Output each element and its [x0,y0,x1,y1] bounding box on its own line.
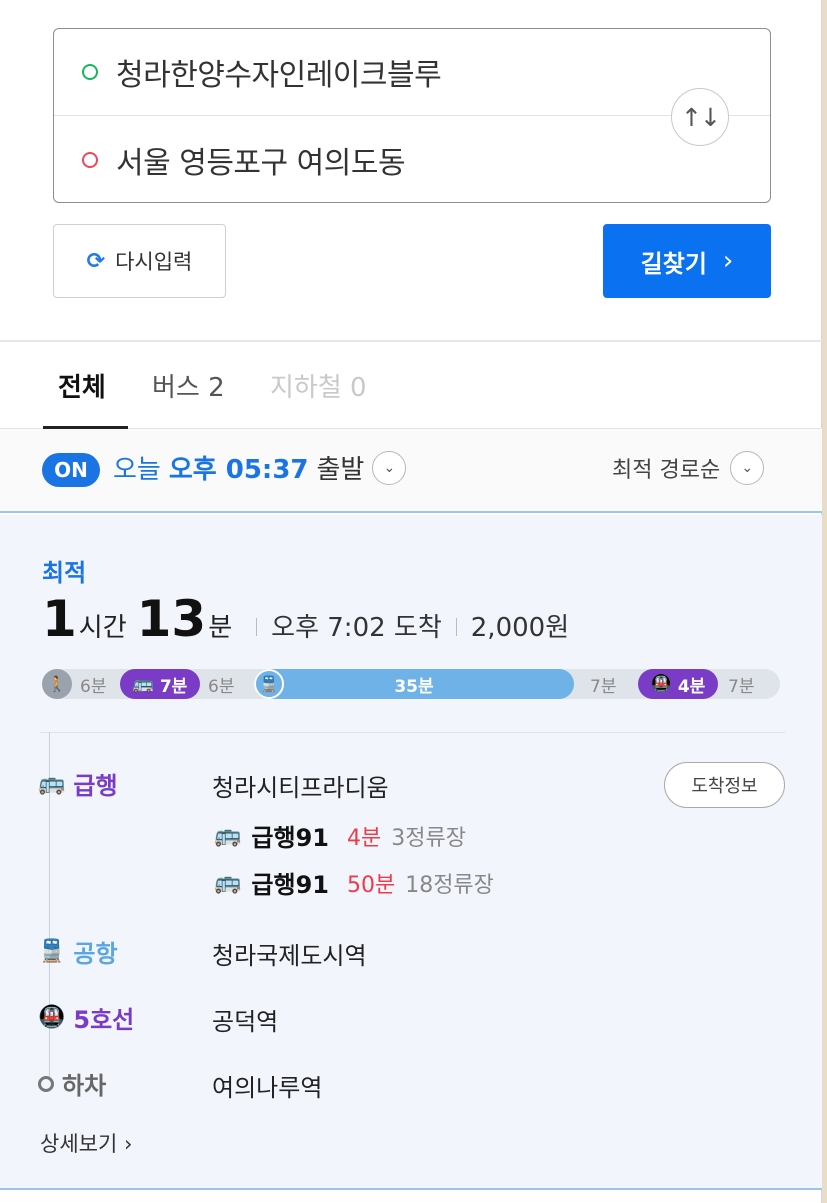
start-text: 청라한양수자인레이크블루 [116,58,442,93]
swap-route-button[interactable]: ↑↓ [671,88,729,146]
step-mode-alight: 하차 [38,1066,106,1101]
hours-unit: 시간 [78,613,127,643]
tab-subway[interactable]: 지하철 0 [270,342,367,429]
minutes-unit: 분 [208,613,233,643]
tab-bus[interactable]: 버스 2 [152,342,225,429]
walk-segment-4: 7분 [728,676,755,697]
step-mode-subway-line5: 🚇 5호선 [38,1000,134,1035]
bus-duration: 7분 [159,676,188,697]
departure-time-selector[interactable]: 오늘 오후 05:37 출발 ⌄ [113,449,407,486]
destination-text: 서울 영등포구 여의도동 [116,145,406,181]
refresh-icon: ⟳ [86,248,106,274]
step-mode-label: 5호선 [73,1006,135,1034]
sort-label: 최적 경로순 [612,458,721,483]
steps-divider [40,732,785,733]
bus-stops-away: 18정류장 [405,872,494,898]
route-summary: 1 시간 13 분 오후 7:02 도착 2,000원 [42,590,569,648]
find-route-button[interactable]: 길찾기 › [603,224,771,298]
subway-duration: 4분 [677,676,706,697]
bus-icon: 🚌 [132,674,154,694]
directions-panel: 청라한양수자인레이크블루 서울 영등포구 여의도동 ↑↓ ⟳ 다시입력 길찾기 … [0,0,822,1203]
bus-number: 급행91 [251,824,329,852]
duration-hours: 1 [42,590,77,648]
step-mode-express-bus: 🚌 급행 [38,766,118,801]
swap-arrows-icon: ↑↓ [681,102,721,132]
step-mode-label: 공항 [73,940,118,968]
subway-segment: 🚇 4분 [638,669,718,699]
reset-input-label: 다시입력 [115,250,193,274]
arrival-info-button[interactable]: 도착정보 [664,762,785,808]
train-icon: 🚆 [38,939,66,964]
separator [256,618,258,636]
step-station: 청라시티프라디움 [212,774,389,802]
start-point-icon [82,64,98,80]
fare: 2,000원 [470,613,570,643]
arrival-time: 오후 7:02 도착 [271,613,442,643]
tab-all[interactable]: 전체 [58,342,106,429]
chevron-down-icon: ⌄ [730,451,765,485]
step-mode-airport-rail: 🚆 공항 [38,934,118,969]
step-mode-label: 급행 [73,772,118,800]
rail-duration: 35분 [394,676,434,697]
step-station: 청라국제도시역 [212,942,367,970]
step-station: 공덕역 [212,1008,279,1036]
destination-field[interactable]: 서울 영등포구 여의도동 [54,116,770,203]
step-station: 여의나루역 [212,1074,323,1102]
start-field[interactable]: 청라한양수자인레이크블루 [54,29,770,116]
bus-arrival-time: 4분 [346,825,382,851]
route-timeline-bar: 🚶 6분 🚌 7분 6분 35분 🚆 7분 🚇 4분 7분 [42,669,780,699]
bus-arrival-row: 🚌 급행91 4분 3정류장 [214,818,466,853]
best-route-tag: 최적 [42,559,87,587]
subway-icon: 🚇 [650,674,672,694]
alight-point-icon [38,1075,54,1092]
bus-arrival-time: 50분 [346,872,396,898]
step-mode-label: 하차 [62,1072,107,1100]
departure-suffix: 출발 [316,455,365,485]
walk-segment-1: 6분 [80,676,107,697]
chevron-down-icon: ⌄ [372,450,407,485]
view-details-link[interactable]: 상세보기 › [40,1128,132,1158]
walk-segment-3: 7분 [590,676,617,697]
departure-time: 오후 05:37 [168,455,309,485]
find-route-label: 길찾기 [640,249,707,278]
bus-stops-away: 3정류장 [391,825,466,851]
bus-number: 급행91 [251,871,329,899]
rail-segment: 35분 [254,669,574,699]
map-edge [822,0,827,1203]
reset-input-button[interactable]: ⟳ 다시입력 [53,224,226,298]
bus-arrival-row: 🚌 급행91 50분 18정류장 [214,865,494,900]
sort-selector[interactable]: 최적 경로순 ⌄ [612,451,765,485]
subway-icon: 🚇 [38,1005,66,1030]
bus-icon: 🚌 [214,823,242,848]
realtime-on-badge[interactable]: ON [42,453,100,487]
bus-icon: 🚌 [214,870,242,895]
train-icon: 🚆 [254,669,284,699]
destination-point-icon [82,151,98,168]
separator [455,618,457,636]
departure-day: 오늘 [113,455,161,485]
departure-bar: ON 오늘 오후 05:37 출발 ⌄ 최적 경로순 ⌄ [0,429,822,513]
walk-segment-2: 6분 [208,676,235,697]
bus-icon: 🚌 [38,771,66,796]
route-input-box: 청라한양수자인레이크블루 서울 영등포구 여의도동 ↑↓ [53,28,771,203]
duration-minutes: 13 [136,590,207,648]
bus-segment: 🚌 7분 [120,669,200,699]
walk-icon: 🚶 [42,669,72,699]
chevron-right-icon: › [722,246,734,276]
transport-tabs: 전체 버스 2 지하철 0 [0,342,822,429]
